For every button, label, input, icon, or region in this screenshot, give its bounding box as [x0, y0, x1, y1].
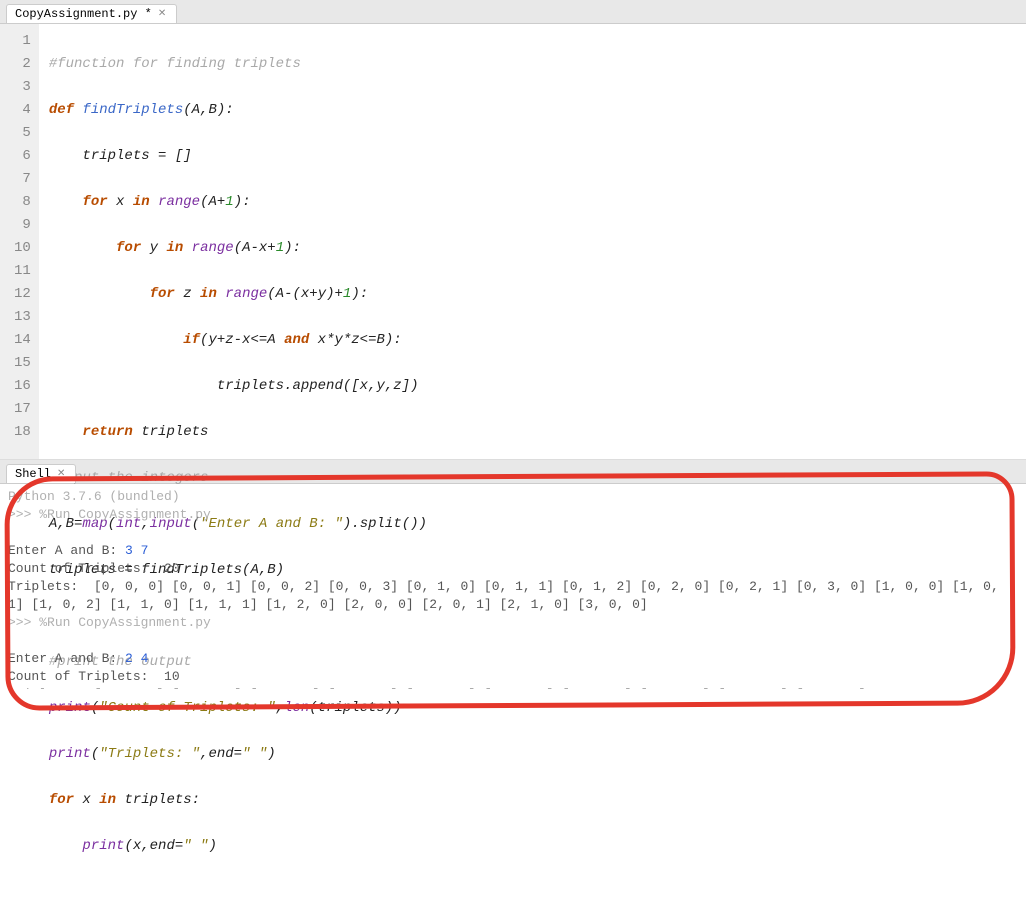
input-prompt: Enter A and B:	[8, 651, 125, 666]
user-input: 3 7	[125, 543, 148, 558]
line-no: 4	[14, 99, 31, 122]
line-no: 7	[14, 168, 31, 191]
python-version: Python 3.7.6 (bundled)	[8, 489, 180, 504]
line-no: 11	[14, 260, 31, 283]
code-line: if(y+z-x<=A and x*y*z<=B):	[49, 329, 427, 352]
shell-prompt: >>>	[8, 507, 39, 522]
line-no: 10	[14, 237, 31, 260]
run-command: %Run CopyAssignment.py	[39, 507, 211, 522]
tab-label: Shell	[15, 467, 51, 481]
line-no: 8	[14, 191, 31, 214]
user-input: 2 4	[125, 651, 148, 666]
line-no: 16	[14, 375, 31, 398]
code-editor[interactable]: 1 2 3 4 5 6 7 8 9 10 11 12 13 14 15 16 1…	[0, 24, 1026, 460]
line-no: 15	[14, 352, 31, 375]
code-area[interactable]: #function for finding triplets def findT…	[39, 24, 427, 459]
line-no: 3	[14, 76, 31, 99]
code-line: for y in range(A-x+1):	[49, 237, 427, 260]
code-line: return triplets	[49, 421, 427, 444]
shell-output[interactable]: Python 3.7.6 (bundled) >>> %Run CopyAssi…	[0, 484, 1026, 689]
close-icon[interactable]: ✕	[57, 468, 65, 480]
line-no: 6	[14, 145, 31, 168]
line-no: 2	[14, 53, 31, 76]
line-no: 9	[14, 214, 31, 237]
code-line: #function for finding triplets	[49, 53, 427, 76]
code-line: def findTriplets(A,B):	[49, 99, 427, 122]
line-no: 14	[14, 329, 31, 352]
shell-panel: Python 3.7.6 (bundled) >>> %Run CopyAssi…	[0, 484, 1026, 689]
tab-editor-file[interactable]: CopyAssignment.py * ✕	[6, 4, 177, 23]
run-command: %Run CopyAssignment.py	[39, 615, 211, 630]
output-triplets: [0, 0, 0] [0, 0, 1] [0, 0, 2] [0, 0, 3] …	[8, 579, 1007, 612]
line-gutter: 1 2 3 4 5 6 7 8 9 10 11 12 13 14 15 16 1…	[0, 24, 39, 459]
editor-tabbar: CopyAssignment.py * ✕	[0, 0, 1026, 24]
close-icon[interactable]: ✕	[158, 8, 166, 20]
line-no: 5	[14, 122, 31, 145]
code-line: print("Count of Triplets: ",len(triplets…	[49, 697, 427, 720]
output-label: Triplets:	[8, 579, 94, 594]
line-no: 1	[14, 30, 31, 53]
line-no: 13	[14, 306, 31, 329]
code-line: for x in triplets:	[49, 789, 427, 812]
code-line: triplets.append([x,y,z])	[49, 375, 427, 398]
code-line: triplets = []	[49, 145, 427, 168]
code-line: for z in range(A-(x+y)+1):	[49, 283, 427, 306]
line-no: 17	[14, 398, 31, 421]
output-line: Count of Triplets: 10	[8, 669, 180, 684]
tab-label: CopyAssignment.py *	[15, 7, 152, 21]
input-prompt: Enter A and B:	[8, 543, 125, 558]
shell-prompt: >>>	[8, 615, 39, 630]
line-no: 12	[14, 283, 31, 306]
code-line: print("Triplets: ",end=" ")	[49, 743, 427, 766]
line-no: 18	[14, 421, 31, 444]
tab-shell[interactable]: Shell ✕	[6, 464, 76, 483]
output-line: Count of Triplets: 20	[8, 561, 180, 576]
code-line: for x in range(A+1):	[49, 191, 427, 214]
code-line: print(x,end=" ")	[49, 835, 427, 858]
